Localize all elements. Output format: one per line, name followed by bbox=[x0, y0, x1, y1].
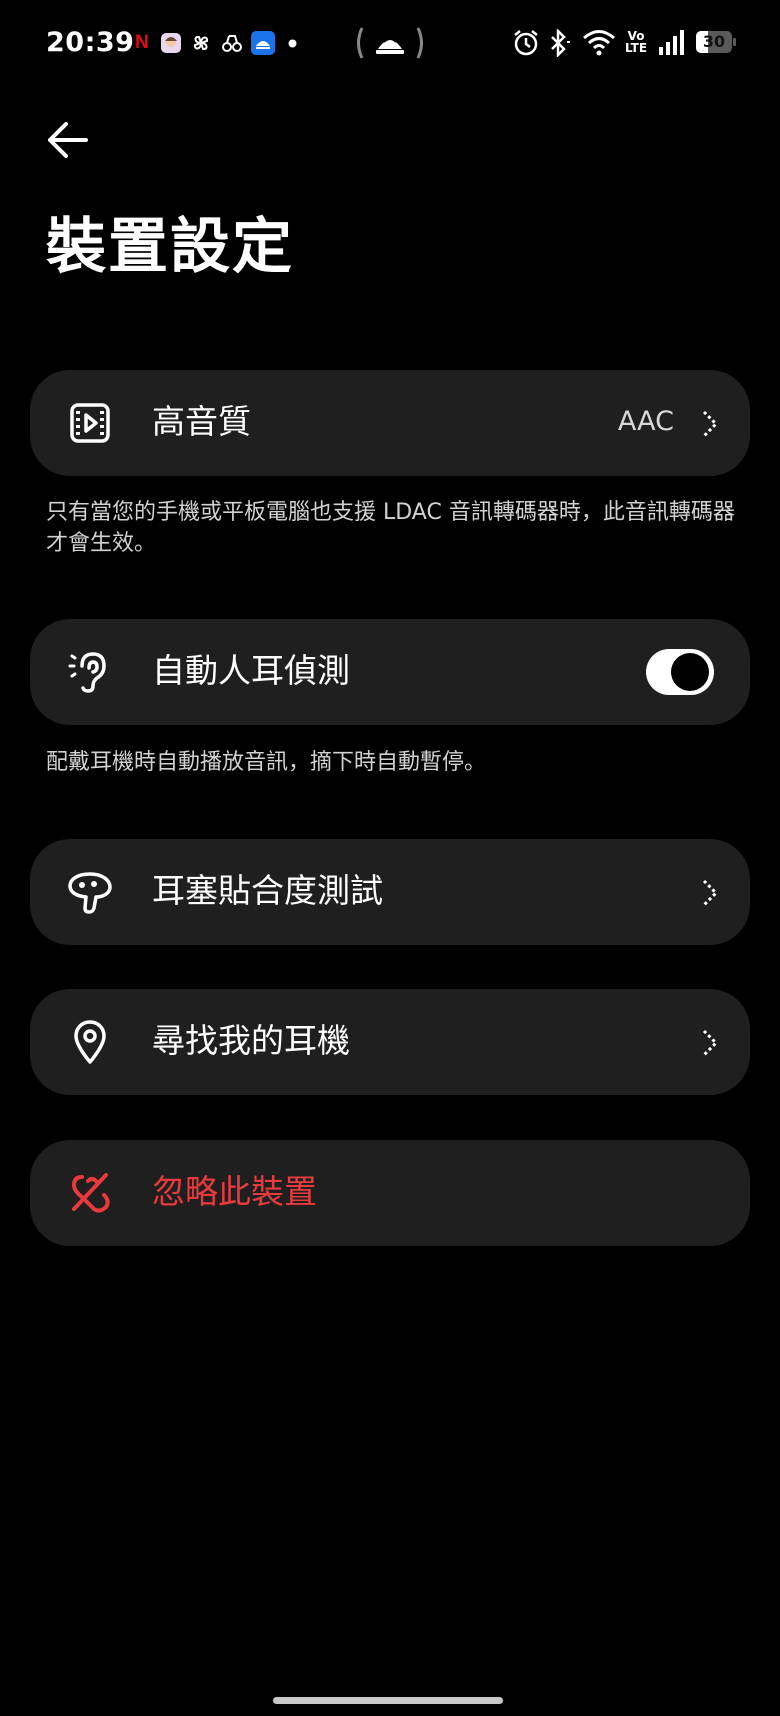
find-earbuds-row[interactable]: 尋找我的耳機 bbox=[30, 989, 750, 1095]
location-pin-icon bbox=[74, 1020, 106, 1064]
alarm-icon bbox=[514, 30, 538, 56]
ear-detection-description: 配戴耳機時自動播放音訊，摘下時自動暫停。 bbox=[46, 750, 487, 775]
arrow-left-icon bbox=[48, 122, 88, 158]
fit-test-label: 耳塞貼合度測試 bbox=[152, 871, 383, 910]
high-quality-description: 只有當您的手機或平板電腦也支援 LDAC 音訊轉碼器時，此音訊轉碼器才會生效。 bbox=[46, 500, 735, 556]
link-icon bbox=[222, 35, 242, 52]
high-quality-label: 高音質 bbox=[152, 402, 251, 441]
forget-device-label: 忽略此裝置 bbox=[152, 1172, 317, 1211]
pinwheel-icon bbox=[193, 35, 209, 51]
ear-detection-toggle[interactable] bbox=[646, 649, 714, 695]
find-earbuds-label: 尋找我的耳機 bbox=[152, 1021, 350, 1060]
bluetooth-icon bbox=[551, 29, 570, 57]
codec-value: AAC bbox=[617, 406, 674, 437]
toggle-knob bbox=[671, 653, 709, 691]
earbud-icon bbox=[68, 872, 112, 914]
chevron-right-icon bbox=[702, 1029, 719, 1057]
wifi-icon bbox=[583, 30, 615, 56]
forget-device-row[interactable]: 忽略此裝置 bbox=[30, 1140, 750, 1246]
high-quality-row[interactable]: 高音質 AAC bbox=[30, 370, 750, 476]
battery-icon: 30 bbox=[696, 31, 736, 53]
page-title: 裝置設定 bbox=[46, 212, 294, 282]
dot-icon bbox=[288, 39, 297, 48]
fit-test-row[interactable]: 耳塞貼合度測試 bbox=[30, 839, 750, 945]
home-indicator[interactable] bbox=[273, 1697, 503, 1704]
cloud-app-icon bbox=[251, 31, 275, 55]
status-bar: 20:39 N Vo LTE 30 bbox=[0, 0, 780, 90]
audio-file-icon bbox=[70, 403, 110, 443]
battery-level: 30 bbox=[702, 32, 726, 51]
volte-bottom-text: LTE bbox=[624, 41, 648, 55]
avatar-app-icon bbox=[161, 33, 181, 53]
netflix-icon: N bbox=[135, 32, 149, 53]
back-button[interactable] bbox=[44, 116, 92, 164]
unlink-icon bbox=[71, 1173, 110, 1213]
ear-detection-label: 自動人耳偵測 bbox=[152, 651, 350, 690]
chevron-right-icon bbox=[702, 879, 719, 907]
hotspot-icon bbox=[357, 27, 423, 59]
ear-detection-row[interactable]: 自動人耳偵測 bbox=[30, 619, 750, 725]
volte-icon: Vo LTE bbox=[624, 30, 648, 54]
ear-icon bbox=[68, 652, 106, 693]
status-time: 20:39 bbox=[46, 27, 135, 58]
signal-icon bbox=[659, 30, 684, 55]
chevron-right-icon bbox=[702, 410, 719, 438]
